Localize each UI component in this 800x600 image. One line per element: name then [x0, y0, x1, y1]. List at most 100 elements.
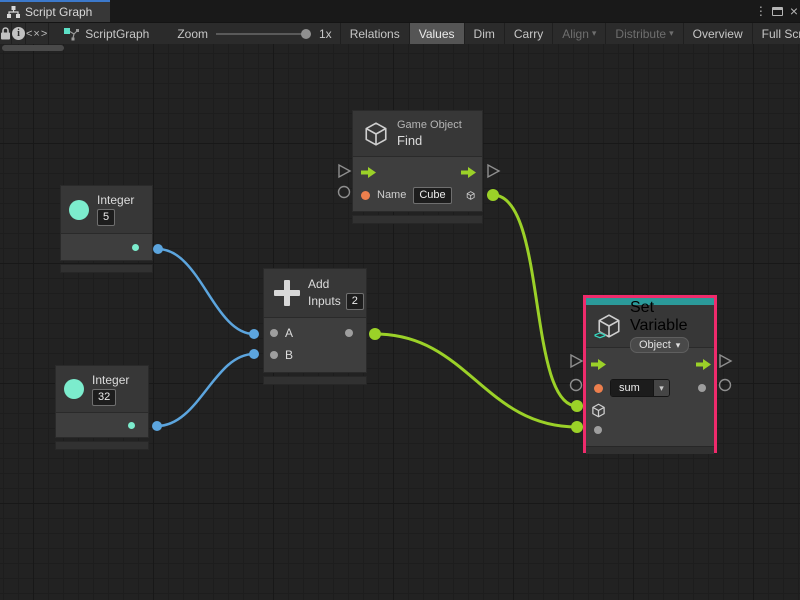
integer-output-port[interactable]: [128, 422, 135, 429]
lock-icon: [0, 27, 11, 40]
graph-hierarchy-icon: [7, 6, 20, 18]
node-title: Set Variable: [630, 299, 704, 335]
zoom-slider-handle[interactable]: [301, 29, 311, 39]
toolbar-button-carry[interactable]: Carry: [504, 23, 552, 44]
value-output-port[interactable]: [698, 384, 706, 392]
variable-angle-icon: <>: [594, 330, 605, 342]
integer-value-field[interactable]: 5: [97, 209, 115, 226]
maximize-icon[interactable]: [772, 7, 783, 16]
edge-find-to-setvar-object[interactable]: [493, 195, 577, 406]
ghost-value-port[interactable]: [571, 380, 582, 391]
button-label: Full Screen: [762, 27, 800, 41]
graph-canvas[interactable]: Integer 5 Integer 32: [0, 44, 800, 600]
lock-button[interactable]: [0, 23, 12, 44]
edge-endpoint[interactable]: [249, 329, 259, 339]
node-footer: [352, 215, 483, 224]
edge-endpoint[interactable]: [571, 421, 583, 433]
node-footer: [263, 376, 367, 385]
ghost-flow-in-port[interactable]: [339, 165, 350, 177]
node-title: Integer: [97, 193, 134, 207]
breadcrumb-label: ScriptGraph: [85, 27, 149, 41]
toolbar-button-relations[interactable]: Relations: [340, 23, 409, 44]
integer-value-field[interactable]: 32: [92, 389, 116, 406]
sum-output-port[interactable]: [345, 329, 353, 337]
edge-endpoint[interactable]: [249, 349, 259, 359]
input-b-port[interactable]: [270, 351, 278, 359]
name-input-port[interactable]: [361, 191, 370, 200]
inputs-count-field[interactable]: 2: [346, 293, 364, 310]
ghost-flow-in-port[interactable]: [571, 355, 582, 367]
graph-toolbar: i <×> ScriptGraph Zoom 1x Relations Valu…: [0, 22, 800, 44]
integer-output-port[interactable]: [132, 244, 139, 251]
toolbar-button-values[interactable]: Values: [409, 23, 464, 44]
input-a-port[interactable]: [270, 329, 278, 337]
edge-endpoint[interactable]: [369, 328, 381, 340]
toolbar-button-distribute[interactable]: Distribute ▾: [605, 23, 682, 44]
ghost-value-port[interactable]: [339, 187, 350, 198]
edge-endpoint[interactable]: [152, 421, 162, 431]
code-icon: <×>: [26, 28, 48, 40]
title-bar: Script Graph ⋮ ×: [0, 0, 800, 22]
zoom-control: Zoom 1x: [159, 23, 339, 44]
button-label: Relations: [350, 27, 400, 41]
toolbar-button-overview[interactable]: Overview: [683, 23, 752, 44]
ghost-value-port[interactable]: [720, 380, 731, 391]
window-menu-icon[interactable]: ⋮: [755, 4, 765, 18]
name-value-field[interactable]: Cube: [413, 187, 451, 204]
close-icon[interactable]: ×: [790, 4, 798, 18]
edge-integer5-to-addA[interactable]: [158, 249, 254, 334]
flow-in-arrow-icon[interactable]: [361, 167, 376, 178]
edge-endpoint[interactable]: [487, 189, 499, 201]
edge-endpoint[interactable]: [571, 400, 583, 412]
flow-out-arrow-icon[interactable]: [461, 167, 476, 178]
node-footer: [586, 446, 714, 454]
edge-add-to-setvar-value[interactable]: [375, 334, 577, 427]
ghost-flow-out-port[interactable]: [720, 355, 731, 367]
kind-label: Object: [639, 339, 671, 351]
edge-integer32-to-addB[interactable]: [157, 354, 254, 426]
param-label: Name: [377, 189, 406, 201]
tab-script-graph[interactable]: Script Graph: [0, 0, 110, 22]
node-category: Game Object: [397, 119, 462, 131]
port-b-label: B: [285, 348, 293, 362]
variable-name: sum: [611, 380, 653, 396]
flow-in-arrow-icon[interactable]: [591, 359, 606, 370]
toolbar-button-dim[interactable]: Dim: [464, 23, 504, 44]
ghost-flow-out-port[interactable]: [488, 165, 499, 177]
button-label: Overview: [693, 27, 743, 41]
caret-down-icon: ▾: [676, 341, 681, 350]
integer-type-icon: [69, 200, 89, 220]
node-integer-2[interactable]: Integer 32: [55, 365, 149, 450]
breadcrumb[interactable]: ScriptGraph: [49, 23, 159, 44]
node-title: Integer: [92, 373, 129, 387]
node-integer-1[interactable]: Integer 5: [60, 185, 153, 273]
gameobject-output-port-icon[interactable]: [466, 188, 475, 203]
variable-kind-dropdown[interactable]: Object ▾: [630, 337, 689, 353]
node-add[interactable]: Add Inputs 2 A B: [263, 268, 367, 385]
object-input-port-icon[interactable]: [591, 403, 606, 418]
toolbar-button-fullscreen[interactable]: Full Screen: [752, 23, 800, 44]
edge-endpoint[interactable]: [153, 244, 163, 254]
node-title: Add: [308, 277, 329, 291]
button-label: Carry: [514, 27, 543, 41]
zoom-value: 1x: [319, 27, 332, 41]
button-label: Values: [419, 27, 455, 41]
variable-select[interactable]: sum ▾: [610, 379, 670, 397]
variable-name-port[interactable]: [594, 384, 603, 393]
toolbar-button-align[interactable]: Align ▾: [552, 23, 605, 44]
inputs-label: Inputs: [308, 294, 341, 308]
zoom-slider[interactable]: [216, 29, 311, 39]
node-gameobject-find[interactable]: Game Object Find Name Cube: [352, 110, 483, 224]
code-preview-button[interactable]: <×>: [26, 23, 49, 44]
set-variable-icon: <>: [596, 313, 622, 339]
value-input-port[interactable]: [594, 426, 602, 434]
caret-down-icon: ▾: [592, 29, 597, 38]
caret-down-icon: ▾: [669, 29, 674, 38]
integer-type-icon: [64, 379, 84, 399]
inspect-button[interactable]: i: [12, 23, 26, 44]
node-set-variable[interactable]: <> Set Variable Object ▾: [583, 295, 717, 453]
node-footer: [55, 441, 149, 450]
node-footer: [60, 264, 153, 273]
tab-title: Script Graph: [25, 5, 92, 19]
flow-out-arrow-icon[interactable]: [696, 359, 711, 370]
